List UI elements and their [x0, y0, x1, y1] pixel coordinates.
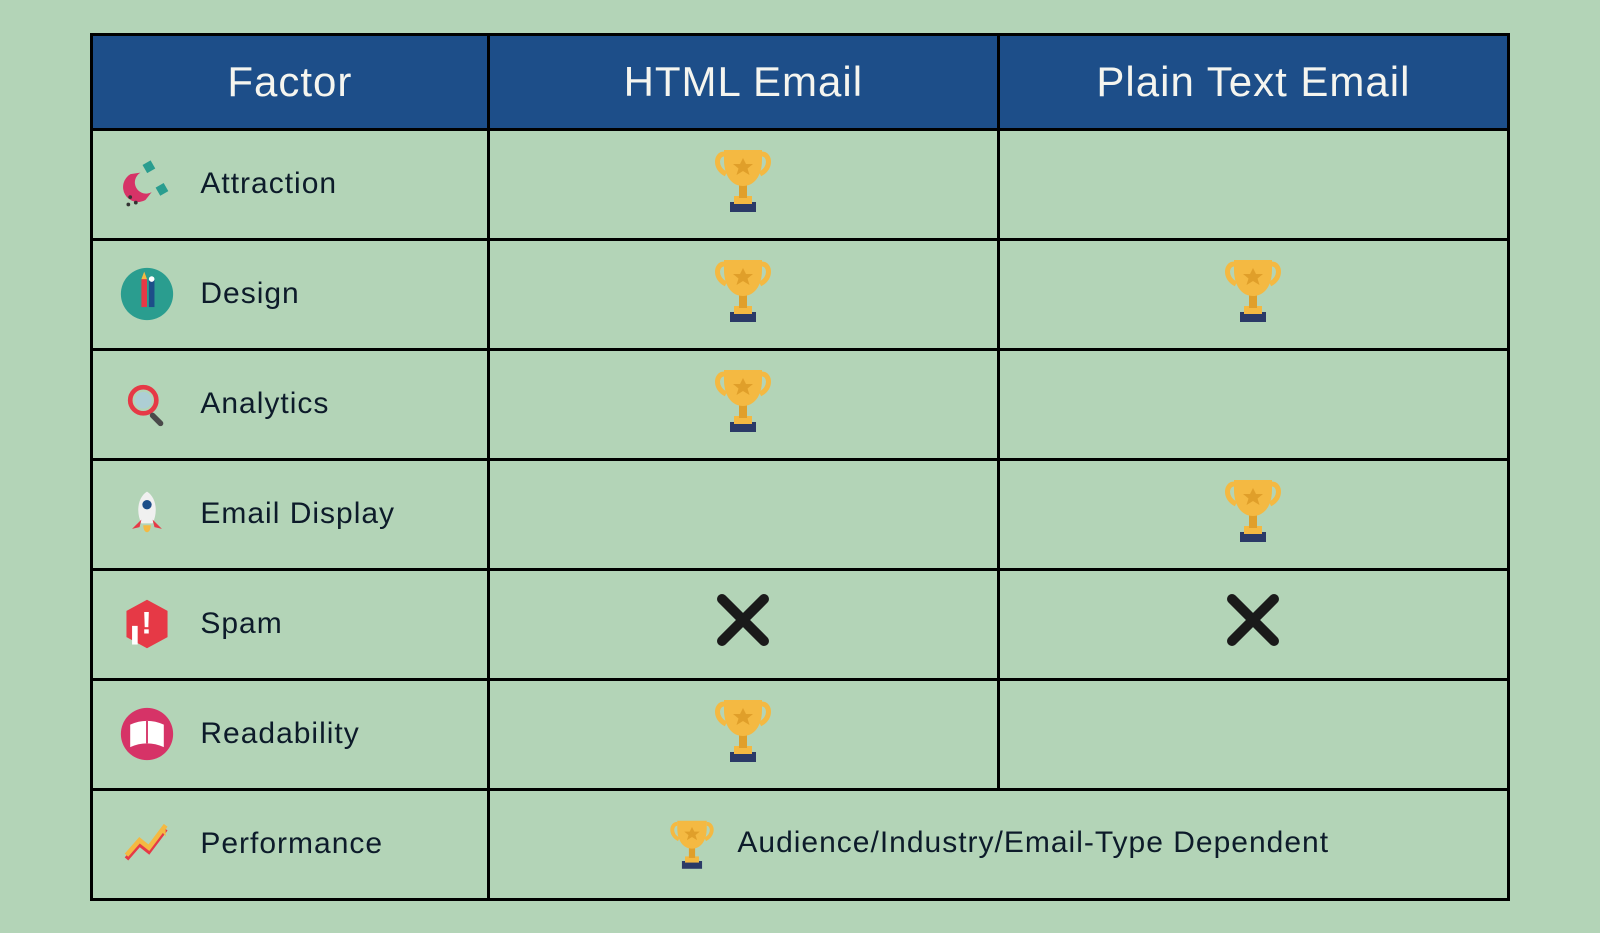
book-icon [117, 704, 177, 764]
factor-label: Attraction [200, 167, 337, 200]
alert-icon: ! [117, 594, 177, 654]
design-icon [117, 264, 177, 324]
plain-text-cell [998, 129, 1508, 239]
factor-label: Readability [200, 717, 359, 750]
factor-cell: Design [92, 239, 489, 349]
trophy-icon [712, 364, 774, 436]
svg-text:!: ! [141, 604, 153, 640]
table-body: Attraction Design Analytics Email Displa… [92, 129, 1509, 899]
performance-merged-cell: Audience/Industry/Email-Type Dependent [488, 789, 1508, 899]
cross-icon [1224, 591, 1282, 649]
table-row: Readability [92, 679, 1509, 789]
magnet-icon [117, 154, 177, 214]
trophy-icon [712, 254, 774, 326]
table-row: Design [92, 239, 1509, 349]
factor-label: Design [200, 277, 299, 310]
table-row: ! Spam [92, 569, 1509, 679]
plain-text-cell [998, 569, 1508, 679]
trophy-icon [712, 694, 774, 766]
performance-text: Audience/Industry/Email-Type Dependent [737, 826, 1329, 859]
trophy-icon [1222, 474, 1284, 546]
plain-text-cell [998, 349, 1508, 459]
factor-label: Performance [200, 827, 383, 860]
rocket-icon [117, 484, 177, 544]
header-plain-text-email: Plain Text Email [998, 34, 1508, 129]
factor-cell: Analytics [92, 349, 489, 459]
factor-cell: ! Spam [92, 569, 489, 679]
header-html-email: HTML Email [488, 34, 998, 129]
trophy-icon [712, 144, 774, 216]
comparison-table: Factor HTML Email Plain Text Email Attra… [90, 33, 1510, 901]
factor-label: Analytics [200, 387, 329, 420]
html-email-cell [488, 349, 998, 459]
factor-cell: Readability [92, 679, 489, 789]
html-email-cell [488, 129, 998, 239]
chart-icon [117, 814, 177, 874]
html-email-cell [488, 569, 998, 679]
html-email-cell [488, 459, 998, 569]
table-row: Analytics [92, 349, 1509, 459]
trophy-icon [1222, 254, 1284, 326]
table-row: Attraction [92, 129, 1509, 239]
table-row: Email Display [92, 459, 1509, 569]
factor-cell: Email Display [92, 459, 489, 569]
plain-text-cell [998, 459, 1508, 569]
factor-cell: Performance [92, 789, 489, 899]
magnifier-icon [117, 374, 177, 434]
html-email-cell [488, 679, 998, 789]
factor-label: Spam [200, 607, 282, 640]
header-factor: Factor [92, 34, 489, 129]
cross-icon [714, 591, 772, 649]
plain-text-cell [998, 679, 1508, 789]
html-email-cell [488, 239, 998, 349]
trophy-icon [668, 816, 716, 872]
factor-label: Email Display [200, 497, 395, 530]
plain-text-cell [998, 239, 1508, 349]
table-row-performance: Performance Audience/Industry/Email-Type… [92, 789, 1509, 899]
factor-cell: Attraction [92, 129, 489, 239]
